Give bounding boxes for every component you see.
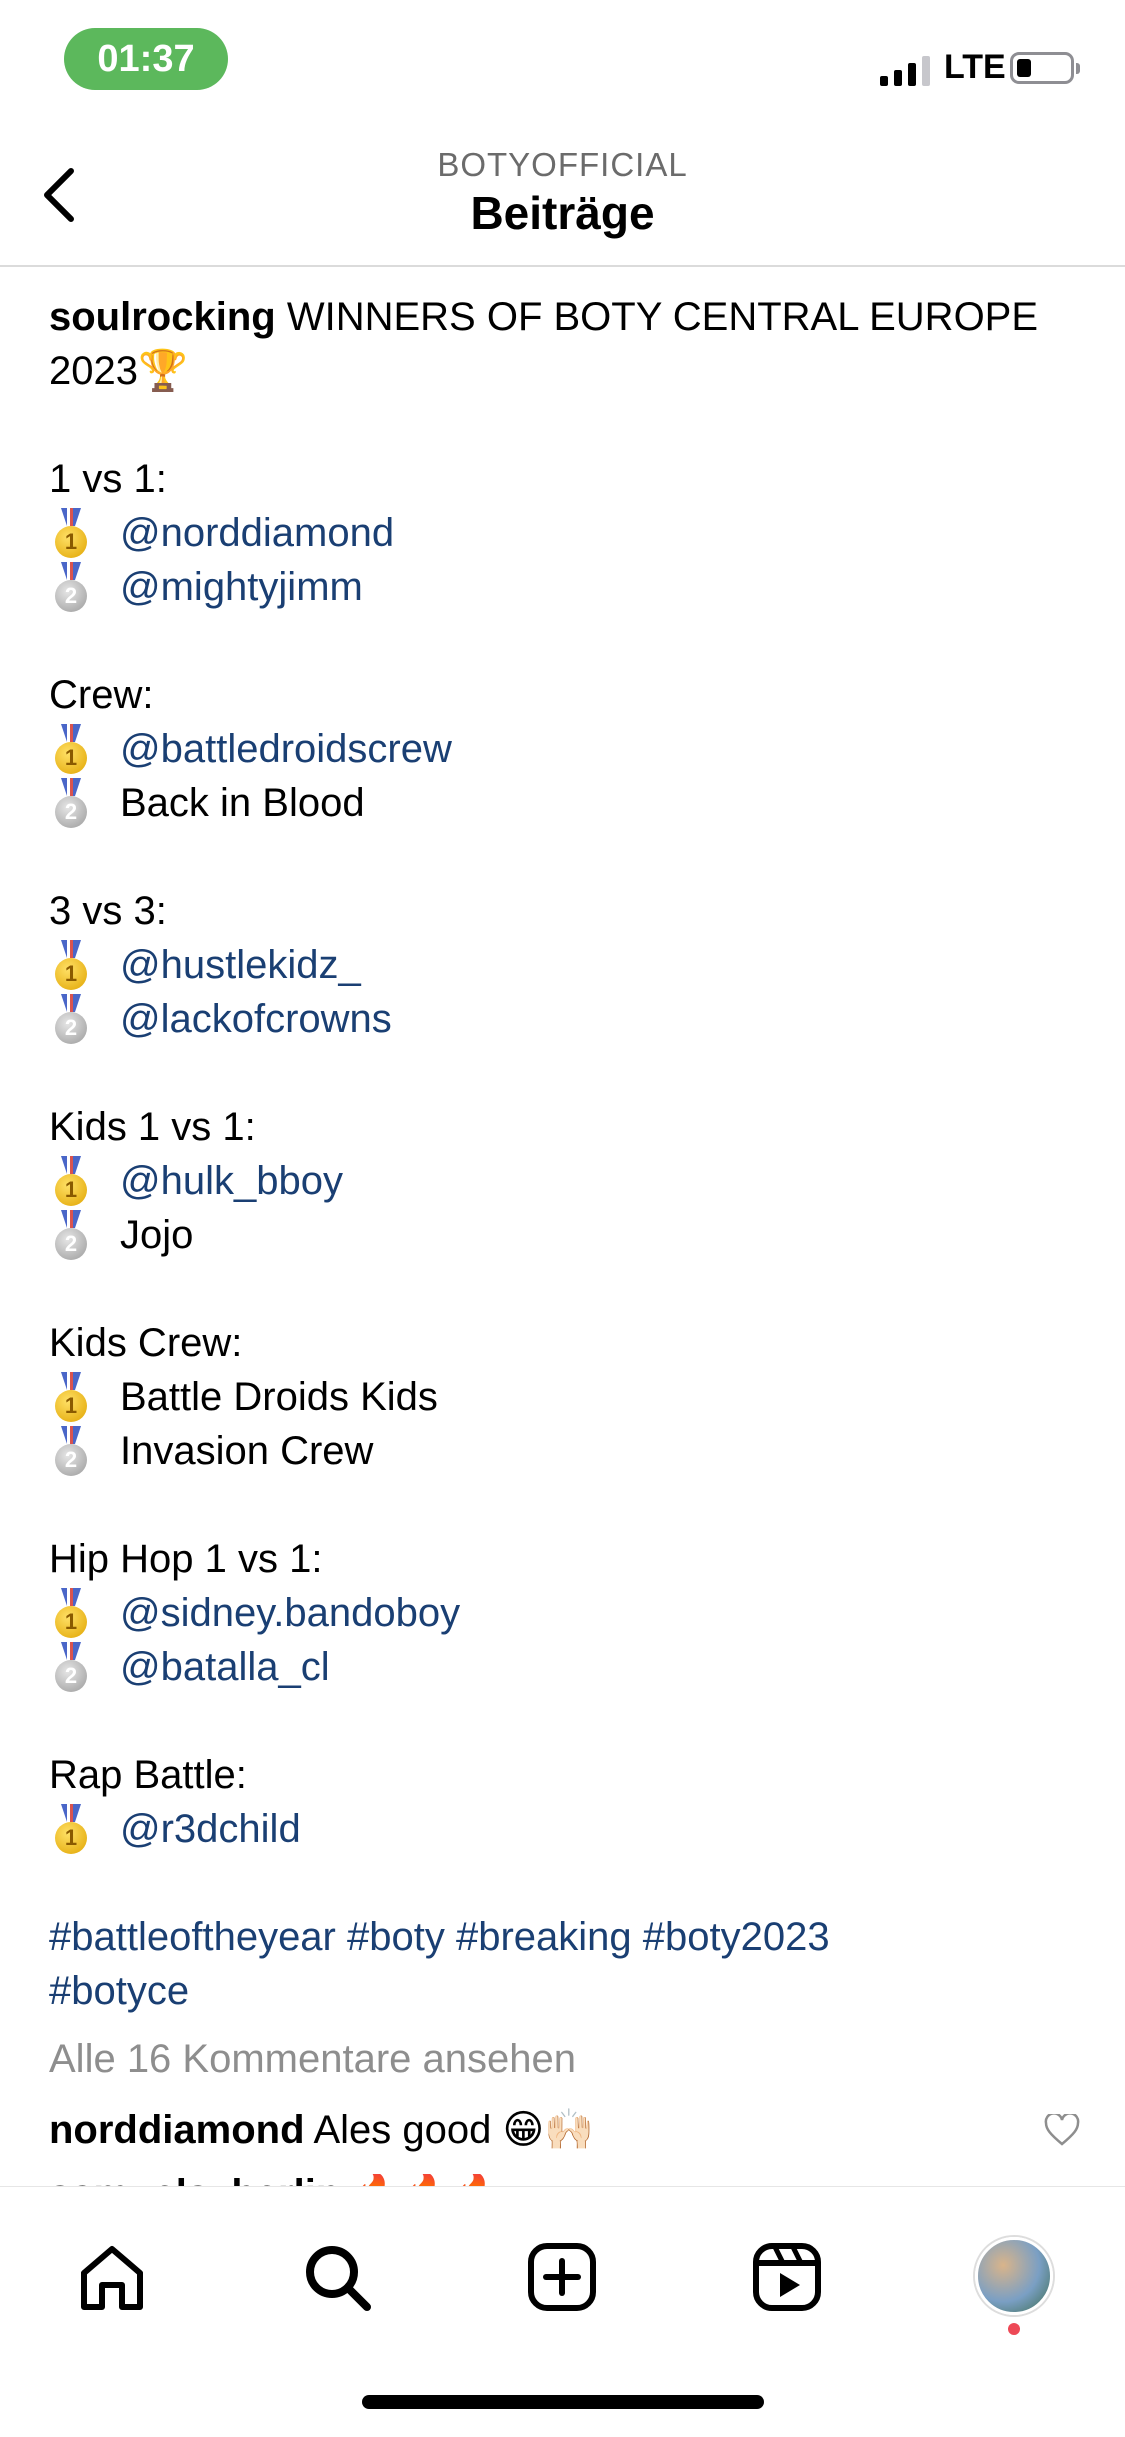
trophy-icon: 🏆 [137,349,188,393]
search-icon [306,2246,371,2311]
hashtags-line[interactable]: #botyce [49,1964,1089,2018]
section-title: Kids 1 vs 1: [49,1105,256,1149]
notification-dot [1008,2323,1020,2335]
status-bar: 01:37 LTE [0,0,1125,120]
mention-link[interactable]: @batalla_cl [120,1640,330,1694]
result-entry: 1 @hustlekidz_ [49,938,1089,992]
header-account: BOTYOFFICIAL [437,146,688,183]
result-entry: 1 @r3dchild [49,1802,1089,1856]
entry-text: Jojo [120,1213,194,1257]
result-section: 1 vs 1: 1 @norddiamond 2 @mightyjimm [49,452,1089,614]
mention-link[interactable]: @battledroidscrew [120,722,452,776]
gold-medal-icon: 1 [49,1802,93,1856]
result-entry: 1 @sidney.bandoboy [49,1586,1089,1640]
entry-text: Invasion Crew [120,1429,374,1473]
result-entry: 2 Invasion Crew [49,1424,1089,1478]
profile-avatar[interactable] [975,2237,1053,2315]
nav-new-post[interactable] [522,2237,602,2317]
comment-username[interactable]: norddiamond [49,2108,305,2152]
mention-link[interactable]: @norddiamond [120,506,394,560]
entry-text: Back in Blood [120,781,365,825]
gold-medal-icon: 1 [49,1154,93,1208]
silver-medal-icon: 2 [49,1640,93,1694]
post-username[interactable]: soulrocking [49,295,276,339]
entry-text: Battle Droids Kids [120,1375,438,1419]
silver-medal-icon: 2 [49,776,93,830]
section-title: 3 vs 3: [49,889,167,933]
new-post-icon [528,2243,596,2311]
post-caption: soulrocking WINNERS OF BOTY CENTRAL EURO… [49,290,1089,2214]
reels-icon [753,2243,821,2311]
mention-link[interactable]: @lackofcrowns [120,992,392,1046]
nav-home[interactable] [72,2237,152,2317]
gold-medal-icon: 1 [49,722,93,776]
caption-heading: soulrocking WINNERS OF BOTY CENTRAL EURO… [49,290,1089,398]
header: BOTYOFFICIAL Beiträge [0,120,1125,267]
result-entry: 2 Back in Blood [49,776,1089,830]
mention-link[interactable]: @hustlekidz_ [120,938,361,992]
status-time: 01:37 [64,28,228,90]
result-entry: 2 Jojo [49,1208,1089,1262]
hashtags: #battleoftheyear #boty #breaking #boty20… [49,1910,1089,2018]
results-list: 1 vs 1: 1 @norddiamond 2 @mightyjimm Crew: 1 @b… [49,452,1089,1856]
result-section: 3 vs 3: 1 @hustlekidz_ 2 @lackofcrowns [49,884,1089,1046]
result-entry: 2 @mightyjimm [49,560,1089,614]
section-title: Rap Battle: [49,1753,247,1797]
result-entry: 1 @norddiamond [49,506,1089,560]
result-section: Rap Battle: 1 @r3dchild [49,1748,1089,1856]
silver-medal-icon: 2 [49,1208,93,1262]
nav-reels[interactable] [747,2237,827,2317]
comment-item: norddiamond Ales good 😁🙌🏻 [49,2100,1089,2160]
battery-icon [1010,52,1080,84]
section-title: Kids Crew: [49,1321,243,1365]
result-entry: 1 @battledroidscrew [49,722,1089,776]
heart-icon[interactable] [1044,2114,1080,2146]
result-entry: 2 @lackofcrowns [49,992,1089,1046]
mention-link[interactable]: @hulk_bboy [120,1154,343,1208]
silver-medal-icon: 2 [49,560,93,614]
home-icon [81,2246,143,2310]
silver-medal-icon: 2 [49,1424,93,1478]
result-entry: 1 Battle Droids Kids [49,1370,1089,1424]
section-title: Hip Hop 1 vs 1: [49,1537,323,1581]
section-title: Crew: [49,673,154,717]
result-section: Crew: 1 @battledroidscrew 2 Back in Blood [49,668,1089,830]
hashtags-line[interactable]: #battleoftheyear #boty #breaking #boty20… [49,1910,1089,1964]
view-all-comments-link[interactable]: Alle 16 Kommentare ansehen [49,2032,1089,2086]
comment-text: Ales good 😁🙌🏻 [313,2108,594,2152]
gold-medal-icon: 1 [49,506,93,560]
mention-link[interactable]: @mightyjimm [120,560,363,614]
nav-search[interactable] [297,2237,377,2317]
result-entry: 2 @batalla_cl [49,1640,1089,1694]
network-type: LTE [944,48,1006,86]
result-section: Kids 1 vs 1: 1 @hulk_bboy 2 Jojo [49,1100,1089,1262]
page-title: Beiträge [470,187,655,239]
result-entry: 1 @hulk_bboy [49,1154,1089,1208]
section-title: 1 vs 1: [49,457,167,501]
home-indicator[interactable] [362,2395,764,2409]
gold-medal-icon: 1 [49,1370,93,1424]
result-section: Kids Crew: 1 Battle Droids Kids 2 Invasion C… [49,1316,1089,1478]
cellular-signal-icon [880,52,930,86]
mention-link[interactable]: @r3dchild [120,1802,301,1856]
silver-medal-icon: 2 [49,992,93,1046]
result-section: Hip Hop 1 vs 1: 1 @sidney.bandoboy 2 @batall… [49,1532,1089,1694]
gold-medal-icon: 1 [49,938,93,992]
gold-medal-icon: 1 [49,1586,93,1640]
mention-link[interactable]: @sidney.bandoboy [120,1586,460,1640]
